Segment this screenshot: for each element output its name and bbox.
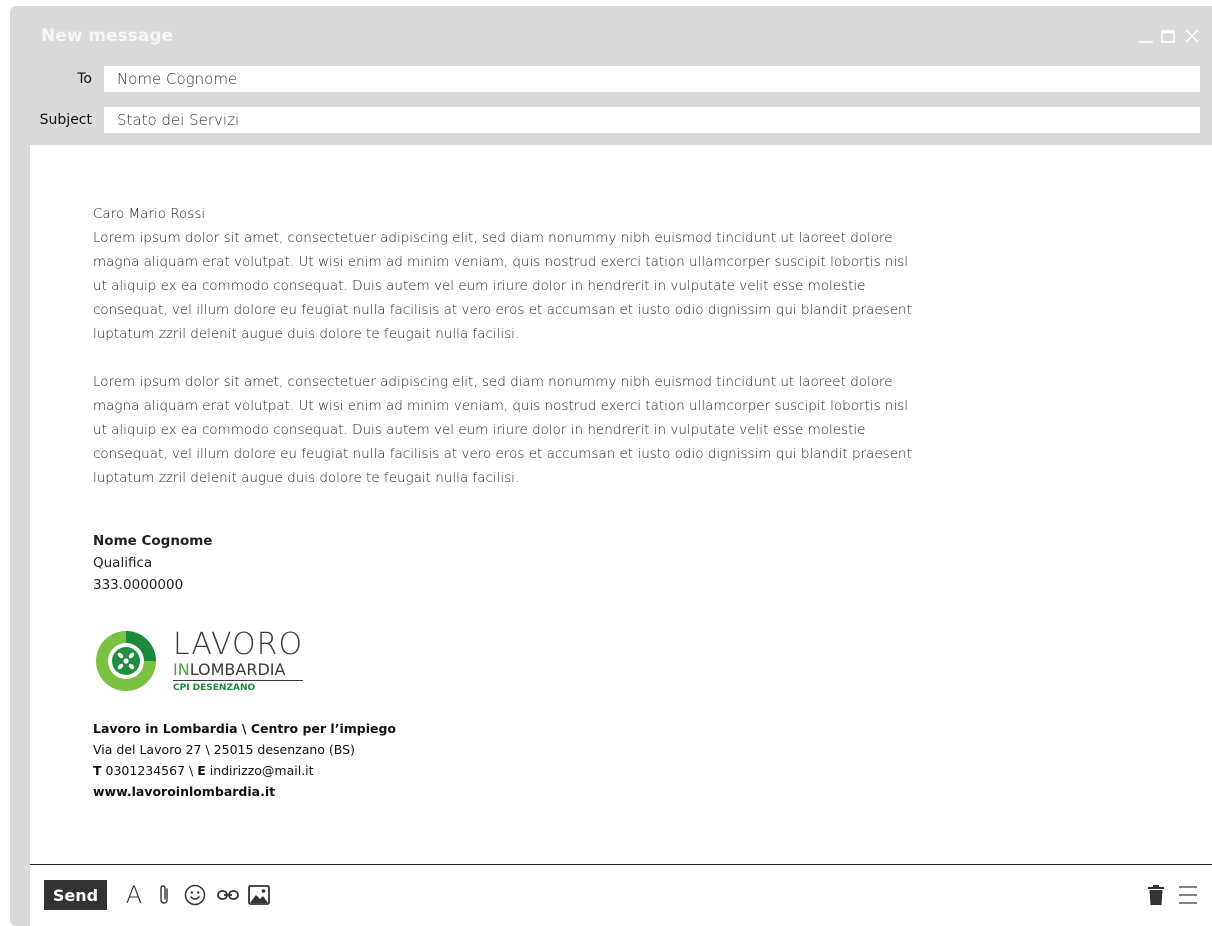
link-icon[interactable]: [216, 880, 240, 910]
send-button[interactable]: Send: [44, 880, 107, 910]
subject-label: Subject: [39, 112, 92, 128]
greeting: Caro Mario Rossi: [93, 206, 206, 222]
org-name: Lavoro in Lombardia \ Centro per l’impie…: [93, 721, 396, 736]
signature-name: Nome Cognome: [93, 533, 213, 549]
logo-sub: INLOMBARDIA: [173, 661, 304, 681]
to-input[interactable]: [104, 66, 1200, 92]
image-icon[interactable]: [247, 880, 271, 910]
font-icon[interactable]: A: [123, 880, 145, 910]
paragraph: Lorem ipsum dolor sit amet, consectetuer…: [93, 230, 912, 342]
logo-text: LAVORO INLOMBARDIA CPI DESENZANO: [173, 626, 304, 693]
signature-role: Qualifica: [93, 555, 153, 571]
title-bar: New message: [10, 6, 1212, 60]
org-website[interactable]: www.lavoroinlombardia.it: [93, 784, 275, 799]
signature-phone: 333.0000000: [93, 577, 184, 593]
emoji-icon[interactable]: [183, 880, 207, 910]
message-body[interactable]: Caro Mario Rossi Lorem ipsum dolor sit a…: [30, 145, 1212, 864]
menu-icon[interactable]: [1176, 880, 1200, 910]
signature: Nome Cognome Qualifica 333.0000000: [93, 530, 923, 596]
organization-info: Lavoro in Lombardia \ Centro per l’impie…: [93, 718, 923, 802]
logo-emblem-icon: [96, 631, 156, 691]
trash-icon[interactable]: [1146, 880, 1166, 910]
logo-main: LAVORO: [173, 626, 304, 662]
to-label: To: [77, 71, 92, 87]
paragraph: Lorem ipsum dolor sit amet, consectetuer…: [93, 374, 912, 486]
paperclip-icon[interactable]: [155, 880, 173, 910]
org-contacts: T 0301234567 \ E indirizzo@mail.it: [93, 763, 314, 778]
lavoro-lombardia-logo: LAVORO INLOMBARDIA CPI DESENZANO: [93, 626, 923, 696]
to-row: To: [10, 66, 1212, 92]
org-address: Via del Lavoro 27 \ 25015 desenzano (BS): [93, 742, 355, 757]
window-title: New message: [41, 26, 174, 46]
logo-cpi: CPI DESENZANO: [173, 682, 256, 693]
subject-input[interactable]: [104, 107, 1200, 133]
message-content: Caro Mario Rossi Lorem ipsum dolor sit a…: [93, 202, 923, 802]
close-icon[interactable]: [1184, 28, 1200, 44]
subject-row: Subject: [10, 107, 1212, 133]
compose-toolbar: Send A: [30, 864, 1212, 926]
maximize-icon[interactable]: [1160, 28, 1176, 44]
minimize-icon[interactable]: [1138, 28, 1154, 44]
compose-window: New message To Subject Caro Mario Rossi …: [10, 6, 1212, 926]
